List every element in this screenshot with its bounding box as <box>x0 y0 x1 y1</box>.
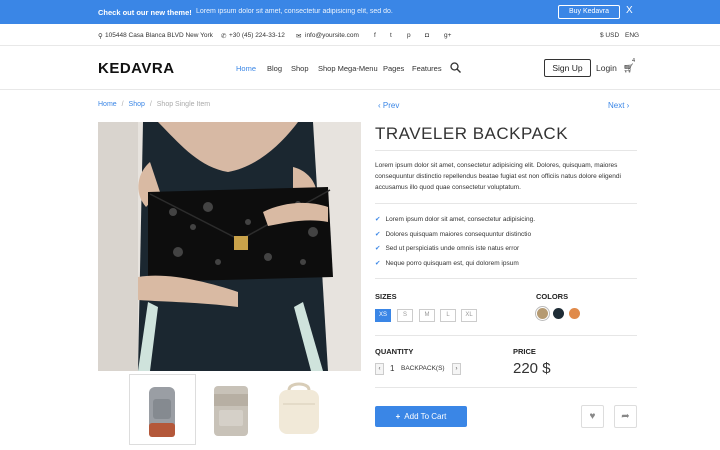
thumbnail-3[interactable] <box>265 374 332 445</box>
next-link[interactable]: Next › <box>608 101 629 110</box>
info-bar: ⚲ 105448 Casa Blanca BLVD New York ✆ +30… <box>0 24 720 46</box>
feature-item: ✔ Lorem ipsum dolor sit amet, consectetur… <box>375 215 535 223</box>
quantity-unit: BACKPACK(S) <box>401 365 445 372</box>
language-select[interactable]: ENG <box>625 32 639 39</box>
check-icon: ✔ <box>375 216 381 223</box>
main-nav: KEDAVRA Home Blog Shop Shop Mega-Menu Pa… <box>0 46 720 90</box>
feature-text: Neque porro quisquam est, qui dolorem ip… <box>385 260 519 267</box>
prev-label: Prev <box>382 101 400 110</box>
nav-features[interactable]: Features <box>412 64 442 73</box>
next-label: Next <box>608 101 625 110</box>
nav-home[interactable]: Home <box>236 64 256 73</box>
share-icon: ➦ <box>621 411 630 422</box>
add-to-cart-label: Add To Cart <box>404 412 447 421</box>
size-option-s[interactable]: S <box>397 309 413 322</box>
email-link[interactable]: info@yoursite.com <box>305 32 359 39</box>
chevron-right-icon: › <box>624 101 630 110</box>
product-description: Lorem ipsum dolor sit amet, consectetur … <box>375 162 621 191</box>
quantity-label: QUANTITY <box>375 347 414 356</box>
sizes-label: SIZES <box>375 292 397 301</box>
breadcrumb-home[interactable]: Home <box>98 101 117 108</box>
feature-item: ✔ Sed ut perspiciatis unde omnis iste nat… <box>375 244 519 252</box>
breadcrumb-shop[interactable]: Shop <box>129 101 145 108</box>
close-icon[interactable]: X <box>626 5 633 16</box>
quantity-increase-button[interactable]: › <box>452 363 461 375</box>
price-label: PRICE <box>513 347 536 356</box>
breadcrumb-current: Shop Single Item <box>156 101 211 108</box>
promo-headline: Check out our new theme! <box>98 8 192 17</box>
mail-icon: ✉ <box>296 33 302 40</box>
feature-text: Sed ut perspiciatis unde omnis iste natu… <box>385 245 520 252</box>
login-link[interactable]: Login <box>596 63 617 73</box>
quantity-decrease-button[interactable]: ‹ <box>375 363 384 375</box>
thumbnail-1[interactable] <box>129 374 196 445</box>
plus-icon: + <box>395 412 401 421</box>
breadcrumb-separator: / <box>121 101 124 108</box>
twitter-icon[interactable]: t <box>390 32 392 39</box>
check-icon: ✔ <box>375 231 381 238</box>
currency-select[interactable]: $ USD <box>600 32 619 39</box>
address-text: 105448 Casa Blanca BLVD New York <box>105 32 213 39</box>
facebook-icon[interactable]: f <box>374 32 376 39</box>
price-value: 220 $ <box>513 360 551 377</box>
wishlist-button[interactable]: ♥ <box>581 405 604 428</box>
product-title: TRAVELER BACKPACK <box>375 124 569 143</box>
prev-link[interactable]: ‹ Prev <box>378 101 399 110</box>
divider <box>375 150 637 151</box>
nav-shop-mega-menu[interactable]: Shop Mega-Menu <box>318 64 378 73</box>
divider <box>375 335 637 336</box>
google-plus-icon[interactable]: g+ <box>444 32 451 39</box>
breadcrumb: Home / Shop / Shop Single Item <box>98 101 210 108</box>
nav-shop[interactable]: Shop <box>291 64 309 73</box>
divider <box>375 203 637 204</box>
feature-item: ✔ Neque porro quisquam est, qui dolorem i… <box>375 259 519 267</box>
nav-blog[interactable]: Blog <box>267 64 282 73</box>
phone-text: +30 (45) 224-33-12 <box>229 32 285 39</box>
promo-bar: Check out our new theme! Lorem ipsum dol… <box>0 0 720 24</box>
cart-icon[interactable]: 🛒︎ <box>623 63 634 74</box>
heart-icon: ♥ <box>589 411 596 422</box>
add-to-cart-button[interactable]: + Add To Cart <box>375 406 467 427</box>
search-icon[interactable] <box>450 62 461 73</box>
feature-text: Lorem ipsum dolor sit amet, consectetur … <box>385 216 536 223</box>
size-option-xs[interactable]: XS <box>375 309 391 322</box>
phone-icon: ✆ <box>221 33 227 40</box>
colors-label: COLORS <box>536 292 569 301</box>
buy-theme-button[interactable]: Buy Kedavra <box>558 5 620 19</box>
feature-item: ✔ Dolores quisquam maiores consequuntur d… <box>375 230 531 238</box>
pinterest-icon[interactable]: p <box>407 32 411 39</box>
quantity-value[interactable]: 1 <box>390 364 394 373</box>
color-swatch-navy[interactable] <box>553 308 564 319</box>
product-main-image <box>98 122 361 371</box>
thumbnail-2[interactable] <box>200 374 267 445</box>
color-swatch-tan[interactable] <box>537 308 548 319</box>
check-icon: ✔ <box>375 245 381 252</box>
instagram-icon[interactable]: ◘ <box>425 32 429 39</box>
feature-text: Dolores quisquam maiores consequuntur di… <box>385 231 532 238</box>
check-icon: ✔ <box>375 260 381 267</box>
breadcrumb-separator: / <box>149 101 152 108</box>
color-swatch-orange[interactable] <box>569 308 580 319</box>
cart-count: 4 <box>632 58 636 64</box>
sign-up-button[interactable]: Sign Up <box>544 59 591 77</box>
size-option-l[interactable]: L <box>440 309 456 322</box>
logo[interactable]: KEDAVRA <box>98 60 175 77</box>
size-option-m[interactable]: M <box>419 309 435 322</box>
share-button[interactable]: ➦ <box>614 405 637 428</box>
divider <box>375 278 637 279</box>
divider <box>375 387 637 388</box>
nav-pages[interactable]: Pages <box>383 64 404 73</box>
promo-text: Lorem ipsum dolor sit amet, consectetur … <box>196 8 393 15</box>
location-icon: ⚲ <box>98 33 103 40</box>
size-option-xl[interactable]: XL <box>461 309 477 322</box>
